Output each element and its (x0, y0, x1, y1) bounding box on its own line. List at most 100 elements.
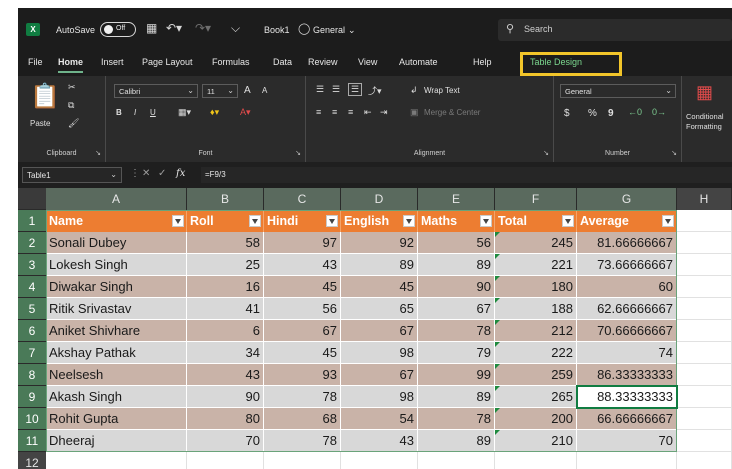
bold-button[interactable]: B (116, 108, 122, 117)
workbook-name[interactable]: Book1 (264, 25, 290, 35)
customize-toolbar-icon[interactable]: ⌵ (231, 21, 240, 36)
autosave-toggle[interactable]: Off (100, 22, 136, 37)
increase-indent-icon[interactable]: ⇥ (380, 107, 388, 118)
row-header-1[interactable]: 1 (18, 210, 46, 232)
paste-icon[interactable]: 📋 (30, 82, 60, 111)
increase-font-button[interactable]: A (244, 85, 251, 96)
selected-cell-g9[interactable]: 88.33333333 (576, 385, 678, 409)
align-right-icon[interactable]: ≡ (348, 107, 353, 117)
row-header-2[interactable]: 2 (18, 232, 46, 254)
search-input[interactable]: ⚲ Search (498, 19, 732, 41)
row-header-12[interactable]: 12 (18, 452, 46, 469)
paste-label[interactable]: Paste (30, 119, 50, 128)
sensitivity-label[interactable]: General (313, 25, 345, 35)
undo-icon[interactable]: ↶▾ (166, 21, 182, 35)
row-header-11[interactable]: 11 (18, 430, 46, 452)
clipboard-launcher-icon[interactable]: ↘ (95, 149, 101, 157)
tab-help[interactable]: Help (473, 57, 492, 67)
cut-icon[interactable]: ✂ (68, 82, 76, 93)
row-header-5[interactable]: 5 (18, 298, 46, 320)
row-header-8[interactable]: 8 (18, 364, 46, 386)
empty-cell[interactable] (677, 320, 732, 342)
empty-cell[interactable] (677, 342, 732, 364)
empty-cell[interactable] (677, 276, 732, 298)
currency-button[interactable]: $ (564, 108, 570, 119)
row-header-4[interactable]: 4 (18, 276, 46, 298)
cancel-icon[interactable]: ✕ (142, 168, 150, 179)
redo-icon[interactable]: ↷▾ (195, 21, 211, 35)
chevron-down-icon[interactable]: ⌄ (348, 25, 356, 36)
empty-cell[interactable] (418, 452, 495, 469)
comma-button[interactable]: 9 (608, 108, 614, 119)
tab-insert[interactable]: Insert (101, 57, 124, 67)
empty-cell[interactable] (46, 452, 187, 469)
decrease-decimal-icon[interactable]: 0→ (652, 107, 666, 117)
underline-button[interactable]: U (150, 108, 156, 117)
column-header-g[interactable]: G (577, 188, 677, 210)
worksheet-grid[interactable]: A B C D E F G H 1 2 3 4 5 6 7 8 9 10 11 12 Name Roll Hindi Engl… (18, 188, 732, 469)
tab-home[interactable]: Home (58, 57, 84, 73)
wrap-text-button[interactable]: Wrap Text (424, 86, 460, 95)
empty-cell[interactable] (677, 210, 732, 232)
fill-color-icon[interactable]: ♦▾ (210, 107, 219, 118)
formula-input[interactable]: =F9/3 (201, 167, 732, 183)
select-all-corner[interactable] (18, 188, 46, 210)
empty-cell[interactable] (677, 232, 732, 254)
align-center-icon[interactable]: ≡ (332, 107, 337, 117)
insert-function-button[interactable]: fx (176, 168, 185, 179)
percent-button[interactable]: % (588, 108, 597, 119)
row-header-6[interactable]: 6 (18, 320, 46, 342)
bottom-align-icon[interactable]: ☰ (348, 83, 363, 96)
name-box[interactable]: Table1 ⌄ (22, 167, 122, 183)
column-header-a[interactable]: A (46, 188, 187, 210)
empty-cell[interactable] (677, 386, 732, 408)
row-header-10[interactable]: 10 (18, 408, 46, 430)
empty-cell[interactable] (187, 452, 264, 469)
wrap-text-icon[interactable]: ↲ (410, 85, 418, 96)
decrease-indent-icon[interactable]: ⇤ (364, 107, 372, 118)
empty-cell[interactable] (495, 452, 577, 469)
number-launcher-icon[interactable]: ↘ (671, 149, 677, 157)
row-header-3[interactable]: 3 (18, 254, 46, 276)
borders-icon[interactable]: ▦▾ (178, 107, 191, 118)
align-left-icon[interactable]: ≡ (316, 107, 321, 117)
font-color-icon[interactable]: A▾ (240, 107, 251, 118)
empty-cell[interactable] (264, 452, 341, 469)
decrease-font-button[interactable]: A (262, 86, 267, 95)
empty-cell[interactable] (677, 364, 732, 386)
italic-button[interactable]: I (134, 108, 136, 117)
tab-file[interactable]: File (28, 57, 43, 67)
merge-center-button[interactable]: Merge & Center (424, 108, 480, 117)
save-icon[interactable]: ▦ (146, 21, 157, 35)
empty-cell[interactable] (677, 298, 732, 320)
font-size-select[interactable]: 11 ⌄ (202, 84, 238, 98)
column-header-b[interactable]: B (187, 188, 264, 210)
column-header-e[interactable]: E (418, 188, 495, 210)
column-header-c[interactable]: C (264, 188, 341, 210)
empty-cell[interactable] (677, 254, 732, 276)
empty-cell[interactable] (677, 408, 732, 430)
empty-cell[interactable] (677, 452, 732, 469)
column-header-f[interactable]: F (495, 188, 577, 210)
orientation-icon[interactable]: ⤴▾ (368, 84, 382, 97)
format-painter-icon[interactable]: 🖌 (68, 118, 79, 129)
tab-automate[interactable]: Automate (399, 57, 438, 67)
empty-cell[interactable] (341, 452, 418, 469)
number-format-select[interactable]: General ⌄ (560, 84, 676, 98)
conditional-formatting-icon[interactable]: ▦ (696, 82, 713, 103)
tab-data[interactable]: Data (273, 57, 292, 67)
tab-page-layout[interactable]: Page Layout (142, 57, 193, 67)
enter-icon[interactable]: ✓ (158, 168, 166, 179)
font-name-select[interactable]: Calibri ⌄ (114, 84, 198, 98)
empty-cell[interactable] (677, 430, 732, 452)
row-header-7[interactable]: 7 (18, 342, 46, 364)
tab-view[interactable]: View (358, 57, 377, 67)
tab-formulas[interactable]: Formulas (212, 57, 250, 67)
conditional-formatting-label-2[interactable]: Formatting (686, 122, 722, 131)
middle-align-icon[interactable]: ☰ (332, 84, 340, 95)
column-header-d[interactable]: D (341, 188, 418, 210)
column-header-h[interactable]: H (677, 188, 732, 210)
empty-cell[interactable] (577, 452, 677, 469)
increase-decimal-icon[interactable]: ←0 (628, 107, 642, 117)
font-launcher-icon[interactable]: ↘ (295, 149, 301, 157)
